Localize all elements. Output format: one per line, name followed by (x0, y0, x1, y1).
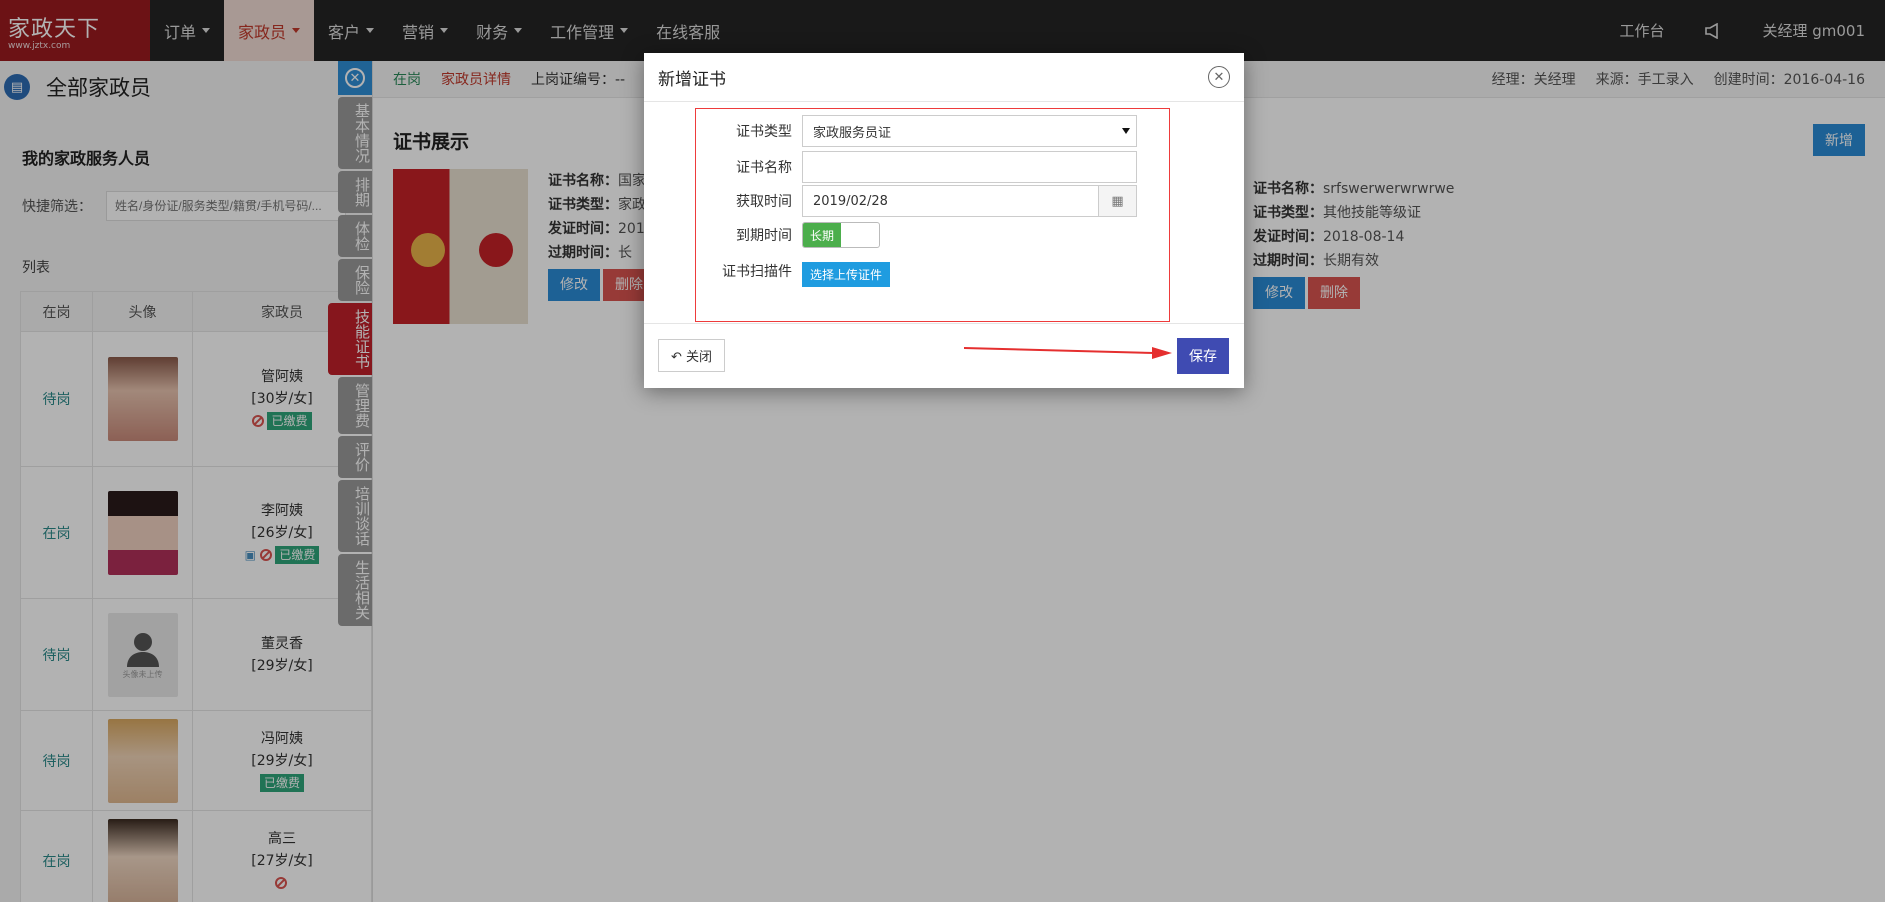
cert-type-select[interactable]: 家政服务员证 (802, 115, 1137, 147)
form-highlight: 证书类型 家政服务员证 证书名称 获取时间 2019/02/28 ▦ 到期时间 … (695, 108, 1170, 322)
scan-label: 证书扫描件 (722, 264, 792, 280)
add-cert-modal: 新增证书 ✕ 证书类型 家政服务员证 证书名称 获取时间 2019/02/28 … (644, 53, 1244, 388)
cert-name-input[interactable] (802, 151, 1137, 183)
long-term-toggle[interactable]: 长期 (802, 222, 880, 248)
close-button-label: 关闭 (686, 350, 713, 365)
chevron-down-icon (1122, 128, 1130, 134)
undo-icon: ↶ (671, 350, 682, 365)
date-label: 获取时间 (736, 194, 792, 210)
name-label: 证书名称 (736, 160, 792, 176)
cert-type-value: 家政服务员证 (813, 125, 892, 141)
modal-title: 新增证书 (658, 69, 726, 90)
expire-label: 到期时间 (736, 228, 792, 244)
type-label: 证书类型 (736, 124, 792, 140)
close-button[interactable]: ↶ 关闭 (658, 339, 726, 372)
obtain-date-value: 2019/02/28 (813, 193, 888, 209)
close-icon[interactable]: ✕ (1208, 66, 1230, 88)
obtain-date-input[interactable]: 2019/02/28 ▦ (802, 185, 1137, 217)
toggle-on-label: 长期 (803, 223, 841, 247)
calendar-icon[interactable]: ▦ (1098, 186, 1136, 216)
upload-button[interactable]: 选择上传证件 (802, 262, 891, 287)
save-button[interactable]: 保存 (1177, 338, 1229, 374)
arrow-annotation-icon (964, 347, 1172, 359)
